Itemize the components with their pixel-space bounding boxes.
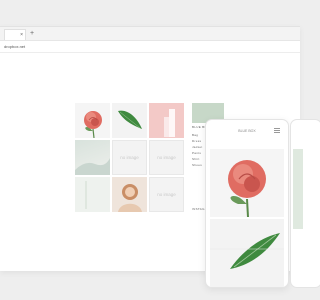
phone-mockup-secondary (290, 119, 320, 288)
tab-active[interactable]: × (4, 29, 26, 40)
menu-item[interactable]: Jacket (192, 145, 202, 149)
new-tab-button[interactable]: + (30, 29, 34, 38)
menu-item[interactable]: Bag (192, 133, 198, 137)
no-image-placeholder: no image (149, 140, 184, 175)
rose-photo-large[interactable] (210, 149, 284, 218)
phone-mockup: BLUE BOX (205, 119, 289, 288)
leaf-photo[interactable] (112, 103, 147, 138)
partial-photo (293, 149, 303, 229)
rose-photo[interactable] (75, 103, 110, 139)
menu-item[interactable]: Dress (192, 139, 201, 143)
portrait-photo[interactable] (112, 177, 147, 212)
address-bar[interactable]: dropbox.net (0, 41, 300, 53)
close-icon[interactable]: × (20, 32, 23, 38)
green-wall-photo[interactable] (75, 177, 110, 212)
leaf-photo-large[interactable] (210, 219, 284, 287)
pink-bottle-photo[interactable] (149, 103, 184, 138)
mist-photo[interactable] (75, 140, 110, 175)
no-image-placeholder: no image (112, 140, 147, 175)
tab-bar: × + (0, 27, 300, 41)
menu-item[interactable]: Pants (192, 151, 201, 155)
no-image-placeholder: no image (149, 177, 184, 212)
hamburger-icon[interactable] (274, 128, 280, 134)
menu-item[interactable]: Shirt (192, 157, 200, 161)
menu-item[interactable]: Shoes (192, 163, 202, 167)
